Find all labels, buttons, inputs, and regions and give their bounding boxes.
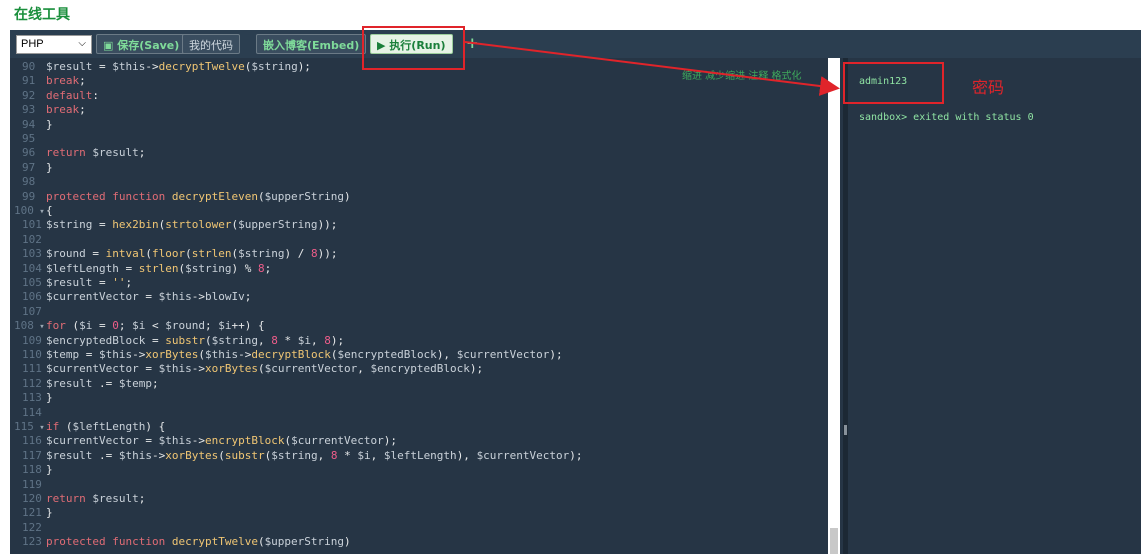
annotation-arrow: [464, 41, 840, 96]
